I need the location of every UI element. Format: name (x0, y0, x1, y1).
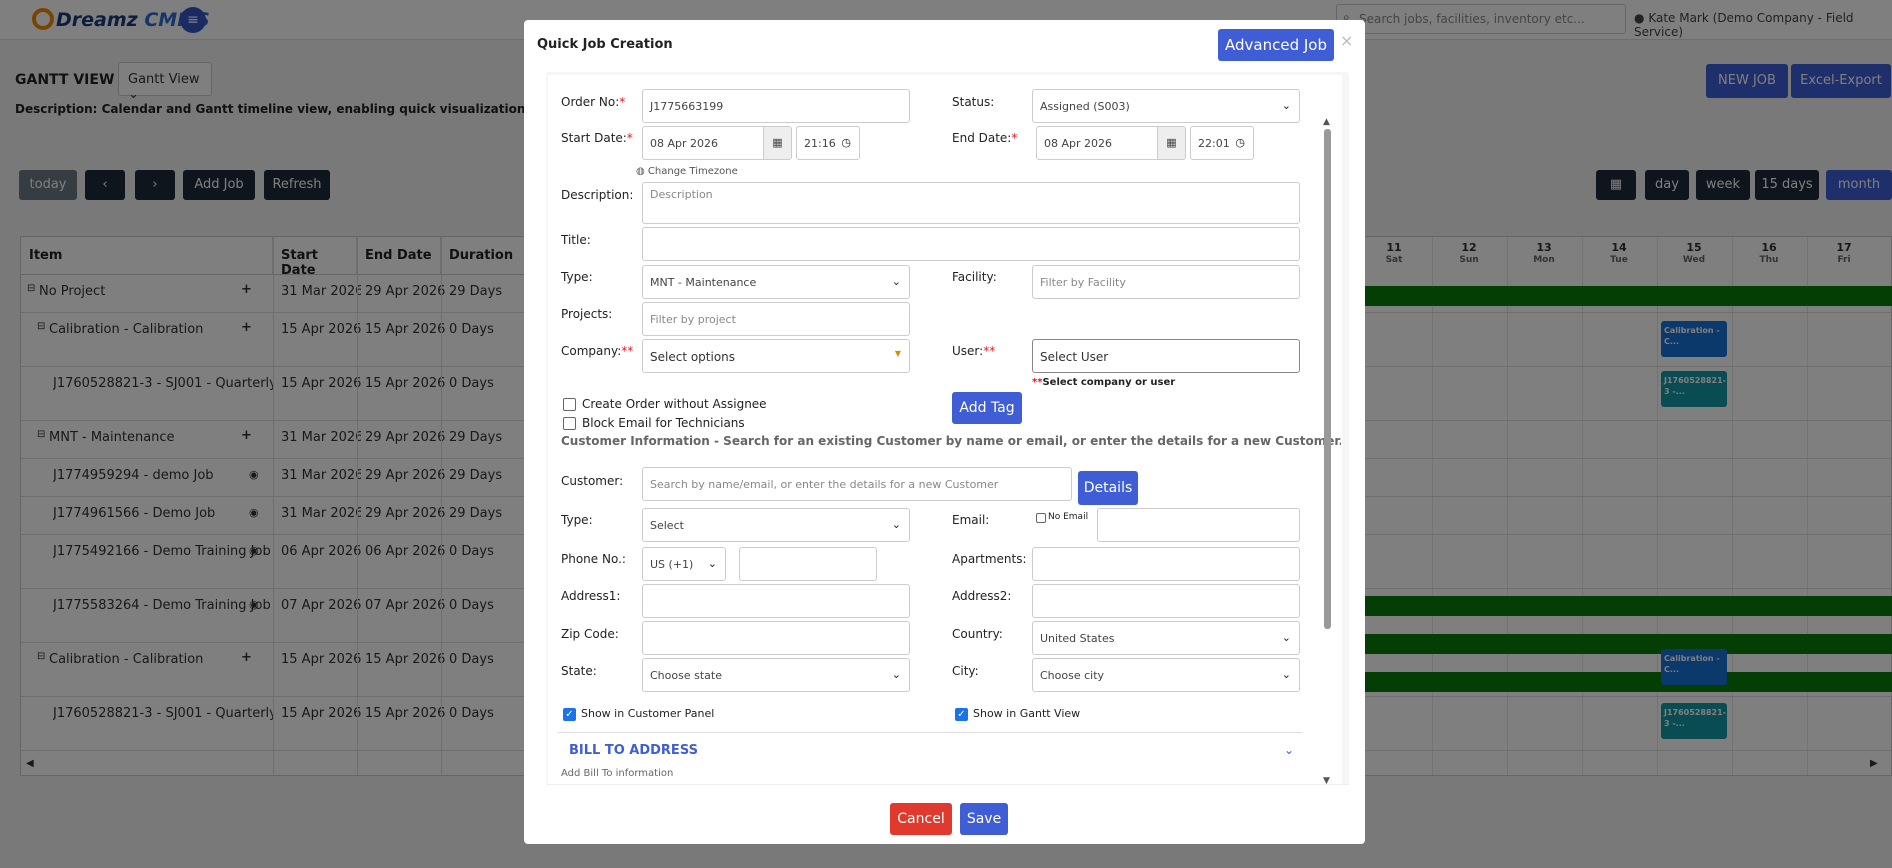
title-label: Title: (561, 233, 591, 247)
show-gantt-view-label: Show in Gantt View (973, 707, 1081, 720)
user-select[interactable]: Select User (1032, 339, 1300, 373)
chevron-down-icon: ⌄ (1281, 99, 1291, 112)
start-date-label: Start Date:* (561, 131, 633, 145)
scroll-thumb[interactable] (1324, 129, 1331, 629)
job-form: Order No:* J1775663199 Status: Assigned … (548, 75, 1342, 800)
end-time-input[interactable]: 22:01 ◷ (1190, 126, 1254, 160)
customer-search-input[interactable]: Search by name/email, or enter the detai… (642, 467, 1072, 501)
order-no-label: Order No:* (561, 95, 626, 109)
country-select[interactable]: United States ⌄ (1032, 621, 1300, 655)
user-label: User:** (952, 344, 996, 358)
start-date-input[interactable]: 08 Apr 2026 ▦ (642, 126, 792, 160)
phone-input[interactable] (739, 547, 877, 581)
close-icon[interactable]: × (1340, 31, 1353, 50)
company-label: Company:** (561, 344, 634, 358)
city-label: City: (952, 664, 979, 678)
details-button[interactable]: Details (1078, 471, 1138, 505)
advanced-job-button[interactable]: Advanced Job (1218, 29, 1334, 61)
chevron-down-icon: ⌄ (707, 557, 717, 570)
select-note: **Select company or user (1032, 377, 1176, 388)
quick-job-modal: Quick Job Creation Advanced Job × Order … (524, 20, 1365, 844)
customer-type-label: Type: (561, 513, 593, 527)
calendar-icon[interactable]: ▦ (763, 127, 791, 159)
modal-footer: Cancel Save (546, 784, 1349, 836)
chevron-down-icon: ⌄ (1281, 668, 1291, 681)
phone-code-select[interactable]: US (+1) ⌄ (642, 547, 726, 581)
projects-label: Projects: (561, 307, 613, 321)
customer-info-heading: Customer Information - Search for an exi… (561, 434, 1341, 448)
clock-icon: ◷ (1235, 136, 1245, 149)
no-email-checkbox[interactable] (1036, 513, 1046, 523)
chevron-down-icon[interactable]: ⌄ (1284, 743, 1294, 757)
create-without-assignee-checkbox[interactable] (563, 398, 576, 411)
change-timezone-link[interactable]: ◍ Change Timezone (636, 166, 738, 177)
description-label: Description: (561, 188, 634, 202)
end-date-label: End Date:* (952, 131, 1018, 145)
apartments-input[interactable] (1032, 547, 1300, 581)
form-scrollbar[interactable]: ▲ ▼ (1322, 117, 1332, 787)
cancel-button[interactable]: Cancel (890, 803, 952, 835)
no-email-label: No Email (1048, 512, 1089, 522)
scroll-up-icon[interactable]: ▲ (1323, 117, 1330, 127)
address2-label: Address2: (952, 589, 1012, 603)
create-without-assignee-label: Create Order without Assignee (582, 397, 767, 411)
add-tag-button[interactable]: Add Tag (952, 392, 1022, 424)
chevron-down-icon: ⌄ (891, 668, 901, 681)
state-select[interactable]: Choose state ⌄ (642, 658, 910, 692)
customer-label: Customer: (561, 474, 624, 488)
company-select[interactable]: Select options ▼ (642, 339, 910, 373)
state-label: State: (561, 664, 597, 678)
description-textarea[interactable]: Description (642, 182, 1300, 224)
phone-label: Phone No.: (561, 552, 626, 566)
globe-icon: ◍ (636, 166, 645, 177)
email-input[interactable] (1097, 508, 1300, 542)
projects-input[interactable]: Filter by project (642, 302, 910, 336)
calendar-icon[interactable]: ▦ (1157, 127, 1185, 159)
type-select[interactable]: MNT - Maintenance ⌄ (642, 265, 910, 299)
status-select[interactable]: Assigned (S003) ⌄ (1032, 89, 1300, 123)
caret-down-icon: ▼ (894, 349, 901, 358)
apartments-label: Apartments: (952, 552, 1027, 566)
facility-label: Facility: (952, 270, 997, 284)
chevron-down-icon: ⌄ (1281, 631, 1291, 644)
country-label: Country: (952, 627, 1003, 641)
block-email-checkbox[interactable] (563, 417, 576, 430)
start-time-input[interactable]: 21:16 ◷ (796, 126, 860, 160)
bill-to-address-heading[interactable]: BILL TO ADDRESS (569, 743, 698, 758)
zip-label: Zip Code: (561, 627, 619, 641)
zip-input[interactable] (642, 621, 910, 655)
address1-label: Address1: (561, 589, 621, 603)
email-label: Email: (952, 513, 990, 527)
status-label: Status: (952, 95, 995, 109)
divider (558, 732, 1302, 733)
save-button[interactable]: Save (960, 803, 1008, 835)
modal-title: Quick Job Creation (537, 37, 673, 52)
facility-input[interactable]: Filter by Facility (1032, 265, 1300, 299)
customer-type-select[interactable]: Select ⌄ (642, 508, 910, 542)
title-input[interactable] (642, 227, 1300, 261)
type-label: Type: (561, 270, 593, 284)
chevron-down-icon: ⌄ (891, 275, 901, 288)
address1-input[interactable] (642, 584, 910, 618)
address2-input[interactable] (1032, 584, 1300, 618)
end-date-input[interactable]: 08 Apr 2026 ▦ (1036, 126, 1186, 160)
show-customer-panel-checkbox[interactable]: ✓ (563, 708, 576, 721)
city-select[interactable]: Choose city ⌄ (1032, 658, 1300, 692)
show-gantt-view-checkbox[interactable]: ✓ (955, 708, 968, 721)
chevron-down-icon: ⌄ (891, 518, 901, 531)
show-customer-panel-label: Show in Customer Panel (581, 707, 715, 720)
block-email-label: Block Email for Technicians (582, 416, 745, 430)
bill-to-info: Add Bill To information (561, 768, 674, 779)
order-no-input[interactable]: J1775663199 (642, 89, 910, 123)
clock-icon: ◷ (841, 136, 851, 149)
